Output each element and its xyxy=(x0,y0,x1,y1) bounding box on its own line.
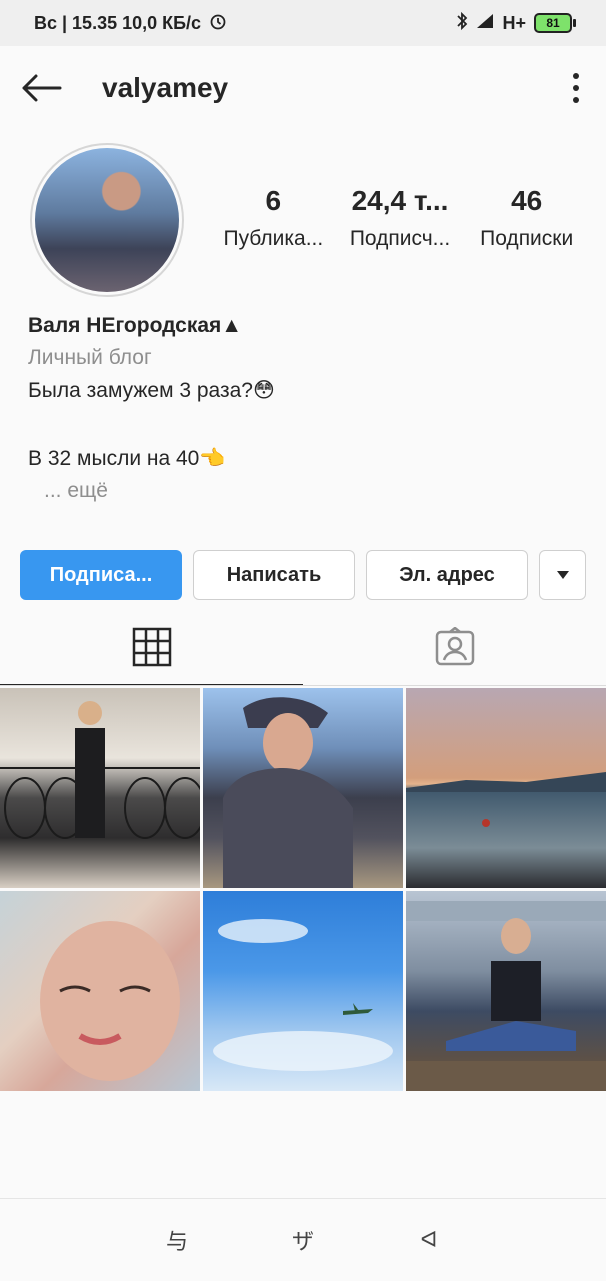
bio-line: Была замужем 3 раза?😳 xyxy=(28,379,275,402)
bluetooth-icon xyxy=(456,11,468,36)
stat-label: Подписки xyxy=(480,227,574,250)
bio-line: В 32 мысли на 40👈 xyxy=(28,447,226,470)
message-button[interactable]: Написать xyxy=(193,550,355,600)
profile-actions: Подписа... Написать Эл. адрес xyxy=(20,550,586,600)
post-thumbnail[interactable] xyxy=(203,891,403,1091)
follow-button[interactable]: Подписа... xyxy=(20,550,182,600)
profile-header: valyamey xyxy=(0,46,606,130)
system-nav-bar: 与 ザ ᐊ xyxy=(0,1198,606,1281)
status-bar: Вс | 15.35 10,0 КБ/с H+ 81 xyxy=(0,0,606,46)
post-thumbnail[interactable] xyxy=(0,891,200,1091)
profile-full-name: Валя НЕгородская▲ xyxy=(28,314,243,337)
home-button[interactable]: ザ xyxy=(283,1224,323,1256)
followers-count[interactable]: 24,4 т... Подписч... xyxy=(337,185,464,251)
signal-icon xyxy=(476,13,494,34)
profile-category: Личный блог xyxy=(28,346,152,369)
profile-bio: Валя НЕгородская▲ Личный блог Была замуж… xyxy=(28,314,578,503)
stat-value: 46 xyxy=(511,185,543,216)
tabs-divider xyxy=(0,685,606,686)
profile-stats: 6 Публика... 24,4 т... Подписч... 46 Под… xyxy=(210,185,590,251)
alarm-icon xyxy=(209,12,227,35)
post-thumbnail[interactable] xyxy=(203,688,403,888)
stat-value: 24,4 т... xyxy=(351,185,449,216)
grid-icon xyxy=(132,627,171,667)
chevron-down-icon xyxy=(556,571,569,579)
back-arrow-icon[interactable] xyxy=(20,67,62,109)
posts-count[interactable]: 6 Публика... xyxy=(210,185,337,251)
tagged-person-icon xyxy=(435,627,474,666)
tab-tagged[interactable] xyxy=(303,608,606,686)
post-thumbnail[interactable] xyxy=(0,688,200,888)
network-type: H+ xyxy=(502,12,526,33)
profile-tabs xyxy=(0,608,606,686)
back-button[interactable]: ᐊ xyxy=(409,1227,449,1253)
more-options-icon[interactable] xyxy=(566,68,586,108)
battery-level: 81 xyxy=(546,16,560,30)
stat-label: Публика... xyxy=(223,227,324,250)
posts-grid xyxy=(0,688,606,1091)
profile-avatar[interactable] xyxy=(30,143,184,297)
following-count[interactable]: 46 Подписки xyxy=(463,185,590,251)
post-thumbnail[interactable] xyxy=(406,688,606,888)
email-button[interactable]: Эл. адрес xyxy=(366,550,528,600)
tab-grid[interactable] xyxy=(0,608,303,686)
stat-label: Подписч... xyxy=(349,227,451,250)
avatar-image xyxy=(35,148,179,292)
stat-value: 6 xyxy=(265,185,282,216)
profile-username: valyamey xyxy=(102,72,229,103)
bio-more-link[interactable]: ... ещё xyxy=(44,479,578,503)
post-thumbnail[interactable] xyxy=(406,891,606,1091)
battery-icon: 81 xyxy=(534,13,576,33)
suggestions-dropdown-button[interactable] xyxy=(539,550,586,600)
status-time-speed: Вс | 15.35 10,0 КБ/с xyxy=(34,12,202,33)
recent-apps-button[interactable]: 与 xyxy=(157,1224,197,1256)
